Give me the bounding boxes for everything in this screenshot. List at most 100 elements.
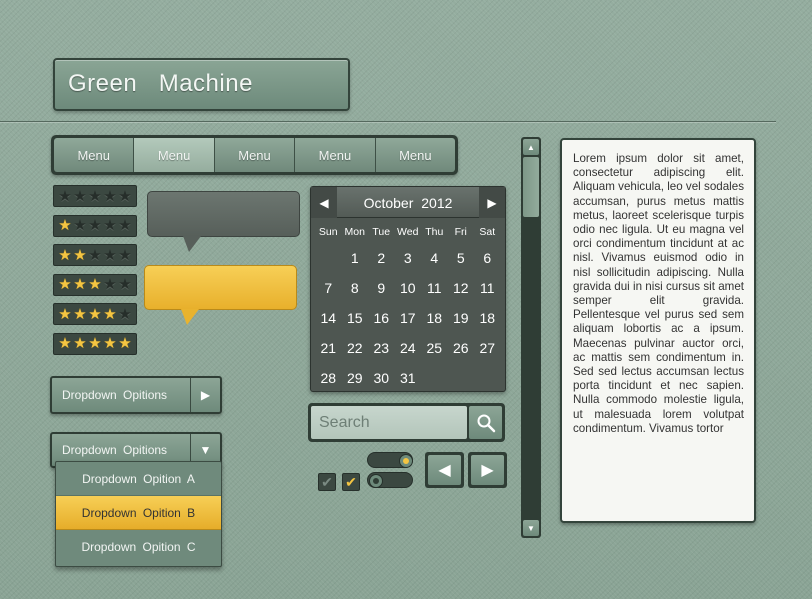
calendar-day[interactable]: 5 (448, 243, 475, 273)
scroll-down-icon[interactable]: ▼ (523, 520, 539, 536)
star-icon[interactable]: ★ (103, 189, 118, 204)
menu-item-1[interactable]: Menu (54, 138, 135, 172)
check-icon: ✔ (321, 473, 333, 490)
star-icon[interactable]: ★ (73, 189, 88, 204)
calendar-day[interactable]: 7 (315, 273, 342, 303)
calendar-day[interactable]: 8 (342, 273, 369, 303)
search-input[interactable] (311, 406, 467, 439)
star-icon[interactable]: ★ (118, 336, 133, 351)
calendar-day[interactable]: 30 (368, 363, 395, 393)
star-icon[interactable]: ★ (88, 248, 103, 263)
star-icon[interactable]: ★ (118, 248, 133, 263)
menu-item-3[interactable]: Menu (214, 138, 296, 172)
scroll-up-icon[interactable]: ▲ (523, 139, 539, 155)
star-rating-2[interactable]: ★ ★ ★ ★ ★ (53, 244, 137, 266)
star-icon[interactable]: ★ (58, 336, 73, 351)
star-icon[interactable]: ★ (118, 307, 133, 322)
toggle-knob[interactable] (399, 454, 413, 468)
menu-item-2[interactable]: Menu (134, 138, 215, 172)
calendar-day[interactable]: 28 (315, 363, 342, 393)
star-icon[interactable]: ★ (73, 307, 88, 322)
calendar-weekday: Wed (397, 226, 419, 238)
toggle-knob[interactable] (369, 474, 383, 488)
toggle-switch-2[interactable] (367, 472, 413, 488)
dropdown-collapsed[interactable]: Dropdown Opitions ▶ (50, 376, 222, 414)
star-rating-3[interactable]: ★ ★ ★ ★ ★ (53, 273, 137, 296)
star-icon[interactable]: ★ (73, 218, 88, 233)
toggle-switch-1[interactable] (367, 452, 413, 468)
star-icon[interactable]: ★ (73, 277, 88, 292)
calendar-day (315, 243, 342, 273)
star-icon[interactable]: ★ (58, 189, 73, 204)
calendar-day[interactable]: 29 (342, 363, 369, 393)
calendar-day[interactable]: 24 (395, 333, 422, 363)
calendar-day[interactable]: 31 (395, 363, 422, 393)
calendar-next-icon[interactable]: ▶ (479, 187, 505, 218)
calendar-day[interactable]: 19 (448, 303, 475, 333)
star-rating-0[interactable]: ★ ★ ★ ★ ★ (53, 185, 137, 207)
star-icon[interactable]: ★ (58, 248, 73, 263)
dropdown-option-b[interactable]: Dropdown Opition B (56, 496, 221, 530)
checkbox-1[interactable]: ✔ (318, 473, 336, 491)
star-rating-5[interactable]: ★ ★ ★ ★ ★ (53, 332, 137, 355)
calendar-day[interactable]: 16 (368, 303, 395, 333)
calendar-prev-icon[interactable]: ◀ (311, 187, 337, 218)
search-button[interactable] (469, 406, 502, 439)
star-icon[interactable]: ★ (88, 307, 103, 322)
calendar-day[interactable]: 10 (395, 273, 422, 303)
next-button[interactable]: ▶ (468, 452, 507, 488)
calendar-day[interactable]: 21 (315, 333, 342, 363)
star-icon[interactable]: ★ (88, 189, 103, 204)
calendar-day[interactable]: 9 (368, 273, 395, 303)
scroll-thumb[interactable] (523, 157, 539, 217)
star-icon[interactable]: ★ (88, 336, 103, 351)
calendar-day[interactable]: 18 (421, 303, 448, 333)
calendar-day[interactable]: 18 (474, 303, 501, 333)
star-icon[interactable]: ★ (103, 336, 118, 351)
star-icon[interactable]: ★ (88, 218, 103, 233)
star-icon[interactable]: ★ (118, 218, 133, 233)
calendar-weekday: Thu (425, 226, 444, 238)
calendar-day[interactable]: 1 (342, 243, 369, 273)
star-icon[interactable]: ★ (103, 218, 118, 233)
star-icon[interactable]: ★ (58, 307, 73, 322)
calendar-day[interactable]: 25 (421, 333, 448, 363)
calendar-day[interactable]: 4 (421, 243, 448, 273)
calendar-day[interactable]: 27 (474, 333, 501, 363)
calendar-day[interactable]: 22 (342, 333, 369, 363)
star-icon[interactable]: ★ (58, 277, 73, 292)
menu-item-4[interactable]: Menu (295, 138, 376, 172)
star-icon[interactable]: ★ (103, 248, 118, 263)
scrollbar[interactable]: ▲ ▼ (521, 137, 541, 538)
calendar-day[interactable]: 23 (368, 333, 395, 363)
calendar-day[interactable]: 3 (395, 243, 422, 273)
star-icon[interactable]: ★ (88, 277, 103, 292)
checkbox-2[interactable]: ✔ (342, 473, 360, 491)
calendar-day[interactable]: 17 (395, 303, 422, 333)
star-icon[interactable]: ★ (73, 336, 88, 351)
star-icon[interactable]: ★ (118, 189, 133, 204)
calendar-day[interactable]: 15 (342, 303, 369, 333)
calendar-day[interactable]: 26 (448, 333, 475, 363)
search-bar (308, 403, 505, 442)
divider (0, 121, 776, 122)
star-icon[interactable]: ★ (103, 277, 118, 292)
right-triangle-icon[interactable]: ▶ (190, 378, 220, 412)
prev-button[interactable]: ◀ (425, 452, 464, 488)
dropdown-option-a[interactable]: Dropdown Opition A (56, 462, 221, 496)
calendar-day[interactable]: 2 (368, 243, 395, 273)
star-rating-1[interactable]: ★ ★ ★ ★ ★ (53, 214, 137, 237)
menu-item-5[interactable]: Menu (375, 138, 456, 172)
calendar-day[interactable]: 11 (474, 273, 501, 303)
star-icon[interactable]: ★ (73, 248, 88, 263)
star-icon[interactable]: ★ (58, 218, 73, 233)
dropdown-option-c[interactable]: Dropdown Opition C (56, 530, 221, 564)
star-icon[interactable]: ★ (103, 307, 118, 322)
star-icon[interactable]: ★ (118, 277, 133, 292)
calendar-day[interactable]: 6 (474, 243, 501, 273)
dropdown-menu: Dropdown Opition A Dropdown Opition B Dr… (55, 461, 222, 567)
calendar-day[interactable]: 14 (315, 303, 342, 333)
star-rating-4[interactable]: ★ ★ ★ ★ ★ (53, 303, 137, 325)
calendar-day[interactable]: 12 (448, 273, 475, 303)
calendar-day[interactable]: 11 (421, 273, 448, 303)
